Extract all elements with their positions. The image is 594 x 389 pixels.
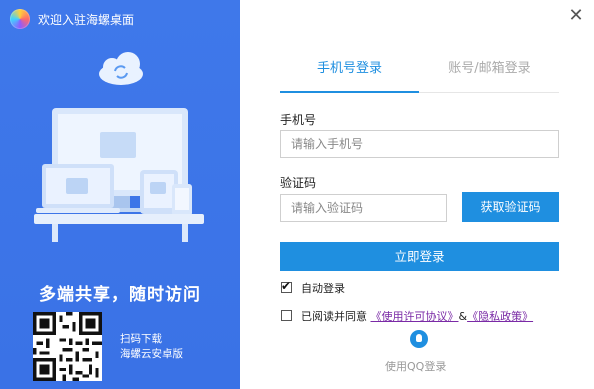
login-tabs: 手机号登录 账号/邮箱登录 <box>280 58 559 93</box>
auto-login-label: 自动登录 <box>301 282 345 295</box>
promo-slogan: 多端共享，随时访问 <box>39 285 201 305</box>
qr-code <box>33 312 102 381</box>
close-icon[interactable]: ✕ <box>566 6 586 26</box>
get-code-button[interactable]: 获取验证码 <box>462 192 559 222</box>
qr-caption: 扫码下载 海螺云安卓版 <box>120 332 183 362</box>
phone-input[interactable] <box>280 130 559 158</box>
cloud-sync-icon <box>99 52 143 85</box>
brand: 欢迎入驻海螺桌面 <box>10 9 134 29</box>
tab-account-login[interactable]: 账号/邮箱登录 <box>420 58 559 92</box>
checkmark-icon: ✔ <box>281 279 292 293</box>
tab-phone-login[interactable]: 手机号登录 <box>280 58 419 93</box>
qq-penguin-icon[interactable] <box>410 330 428 348</box>
phone-label: 手机号 <box>280 113 317 127</box>
app-logo-icon <box>10 9 30 29</box>
window-title: 欢迎入驻海螺桌面 <box>38 12 135 27</box>
qr-caption-line2: 海螺云安卓版 <box>120 348 183 360</box>
qq-login-link[interactable]: 使用QQ登录 <box>385 358 446 374</box>
license-link[interactable]: 《使用许可协议》 <box>371 310 459 323</box>
code-label: 验证码 <box>280 176 317 190</box>
qr-caption-line1: 扫码下载 <box>120 333 162 345</box>
agreement-checkbox[interactable] <box>281 310 292 321</box>
amp-text: & <box>458 310 468 323</box>
agreement-text: 已阅读并同意 《使用许可协议》&《隐私政策》 <box>301 308 533 324</box>
auto-login-checkbox[interactable]: ✔ <box>281 279 292 293</box>
devices-illustration <box>34 52 204 242</box>
promo-panel: 欢迎入驻海螺桌面 多端共享，随时访问 扫码下载 海螺云安卓版 <box>0 0 240 389</box>
login-button[interactable]: 立即登录 <box>280 242 559 271</box>
privacy-link[interactable]: 《隐私政策》 <box>467 310 533 323</box>
login-window: 欢迎入驻海螺桌面 多端共享，随时访问 扫码下载 海螺云安卓版 ✕ 手机号登录 账… <box>0 0 594 389</box>
verification-code-input[interactable] <box>280 194 447 222</box>
agreement-prefix: 已阅读并同意 <box>301 310 367 323</box>
